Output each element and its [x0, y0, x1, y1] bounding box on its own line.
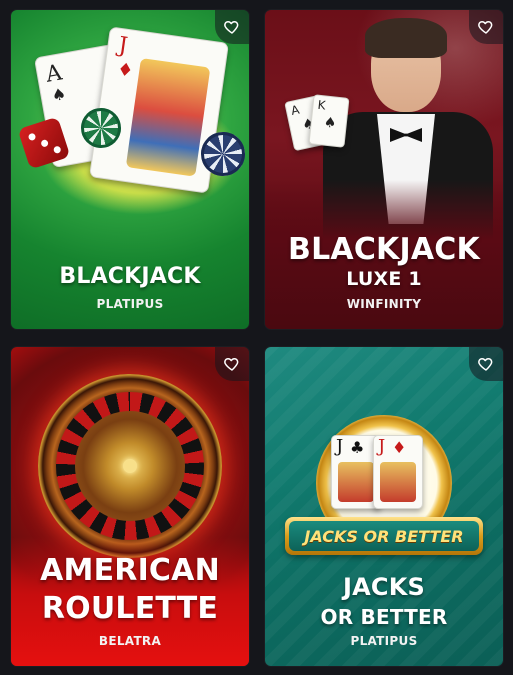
- game-grid: A ♠ J ♦ BLACKJACK PLATIPUS A ♠ K ♠ BLACK…: [0, 0, 513, 675]
- game-subtitle: LUXE 1: [346, 268, 422, 290]
- wheel-hub: [123, 459, 137, 473]
- game-subtitle: ROULETTE: [41, 591, 219, 626]
- heart-outline-icon: [224, 358, 239, 371]
- chip-green-icon: [81, 108, 121, 148]
- favorite-button[interactable]: [469, 347, 503, 381]
- dealer-card-2: K ♠: [308, 94, 350, 148]
- game-card-blackjack-luxe-winfinity[interactable]: A ♠ K ♠ BLACKJACK LUXE 1 WINFINITY: [265, 10, 503, 329]
- game-logo-text: JACKS OR BETTER: [304, 526, 464, 546]
- game-title: BLACKJACK: [59, 264, 201, 289]
- game-title: JACKS: [343, 573, 425, 601]
- game-provider: PLATIPUS: [96, 297, 164, 311]
- game-subtitle: OR BETTER: [320, 605, 448, 629]
- dealer-hair: [365, 18, 447, 58]
- chip-blue-icon: [201, 132, 245, 176]
- game-card-blackjack-platipus[interactable]: A ♠ J ♦ BLACKJACK PLATIPUS: [11, 10, 249, 329]
- game-logo-banner: JACKS OR BETTER: [285, 517, 483, 555]
- game-card-american-roulette-belatra[interactable]: AMERICAN ROULETTE BELATRA: [11, 347, 249, 666]
- game-provider: BELATRA: [98, 634, 162, 648]
- favorite-button[interactable]: [215, 347, 249, 381]
- favorite-button[interactable]: [469, 10, 503, 44]
- game-card-jacks-or-better-platipus[interactable]: J ♣ J ♦ JACKS OR BETTER JACKS OR BETTER …: [265, 347, 503, 666]
- game-provider: PLATIPUS: [350, 634, 418, 648]
- heart-outline-icon: [478, 358, 493, 371]
- game-provider: WINFINITY: [346, 297, 422, 311]
- game-title: BLACKJACK: [288, 232, 480, 267]
- game-title: AMERICAN: [40, 553, 220, 588]
- favorite-button[interactable]: [215, 10, 249, 44]
- heart-outline-icon: [478, 21, 493, 34]
- heart-outline-icon: [224, 21, 239, 34]
- jack-of-diamonds-card: J ♦: [373, 435, 423, 509]
